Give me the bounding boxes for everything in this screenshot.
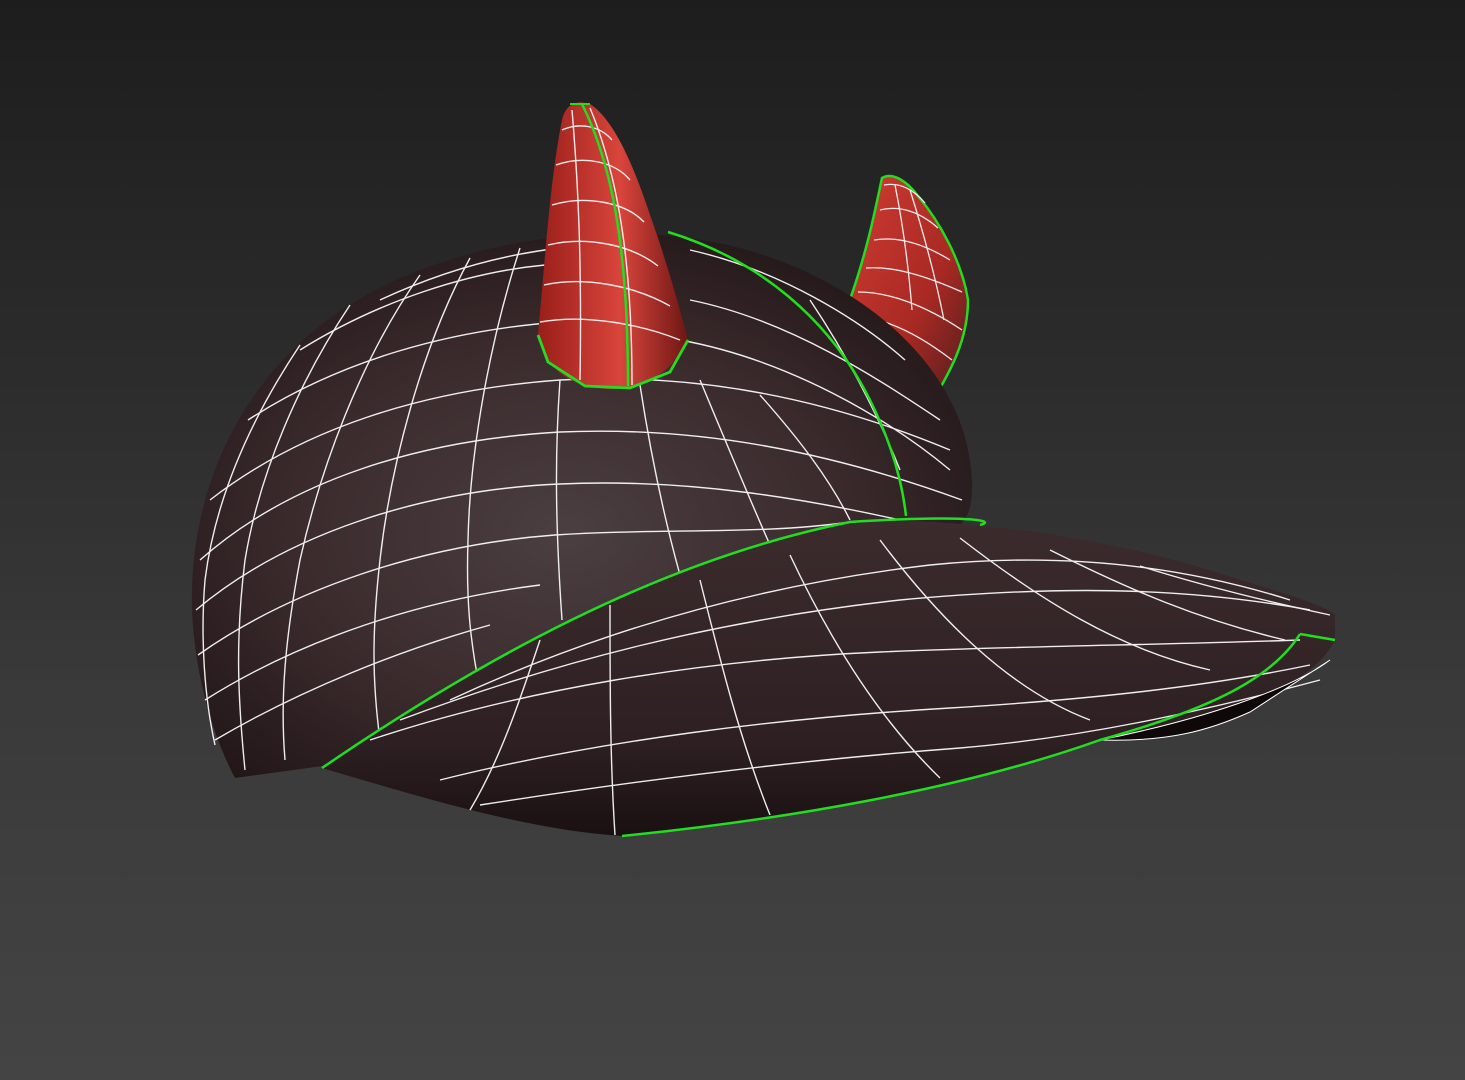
model-render[interactable] [0, 0, 1465, 1080]
3d-viewport[interactable] [0, 0, 1465, 1080]
